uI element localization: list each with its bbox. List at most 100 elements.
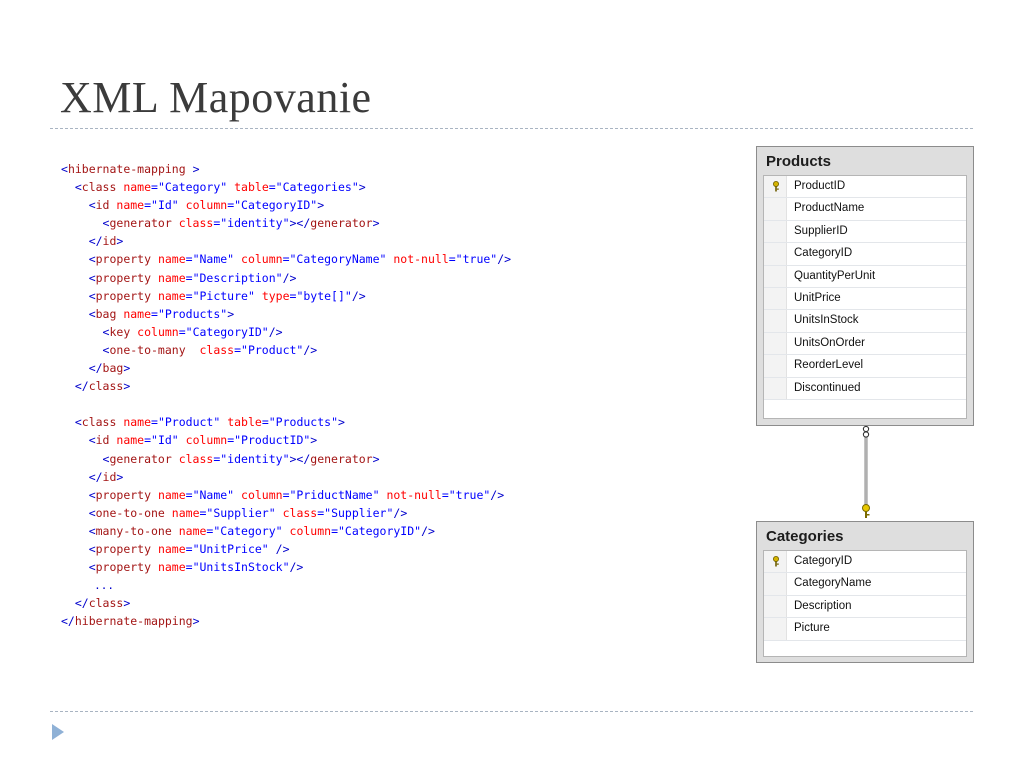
code-token: ="true"	[448, 252, 498, 267]
column-name: UnitsInStock	[794, 314, 859, 327]
code-token: </	[61, 379, 89, 394]
row-selector[interactable]	[764, 198, 787, 220]
relationship-connector[interactable]	[850, 422, 882, 520]
code-token: name	[164, 505, 200, 520]
code-token: />	[282, 270, 297, 285]
code-token: ="identity"	[213, 451, 290, 466]
code-token: ="CategoryID"	[227, 198, 318, 213]
code-token: name	[116, 306, 152, 321]
column-name: CategoryID	[794, 247, 853, 260]
code-token: ="Name"	[185, 487, 235, 502]
code-token: ="Id"	[144, 198, 179, 213]
code-token: />	[393, 505, 408, 520]
column-name: Discontinued	[794, 381, 861, 394]
code-token: >	[338, 415, 345, 430]
row-selector[interactable]	[764, 355, 787, 377]
table-column-row[interactable]: SupplierID	[764, 220, 966, 244]
title-divider	[50, 128, 973, 129]
code-token: property	[95, 541, 152, 556]
table-column-row[interactable]: UnitsOnOrder	[764, 332, 966, 356]
code-token: ="CategoryID"	[331, 523, 422, 538]
code-token: column	[130, 324, 179, 339]
row-selector[interactable]	[764, 310, 787, 332]
row-selector[interactable]	[764, 243, 787, 265]
row-selector[interactable]	[764, 595, 787, 618]
code-token: id	[102, 469, 117, 484]
categories-table[interactable]: Categories CategoryID CategoryName Descrip…	[756, 521, 974, 663]
code-token: ></	[289, 451, 311, 466]
table-column-row[interactable]: CategoryID	[764, 551, 966, 574]
code-token: >	[123, 379, 131, 394]
code-token: <	[61, 162, 68, 176]
table-column-row[interactable]: Picture	[764, 618, 966, 641]
products-table[interactable]: Products ProductID ProductName SupplierID C…	[756, 146, 974, 426]
table-column-row[interactable]: ReorderLevel	[764, 355, 966, 378]
code-token: property	[95, 487, 152, 502]
xml-code-block: <hibernate-mapping > < class name ="Catego…	[61, 160, 511, 630]
code-token: property	[95, 560, 152, 575]
code-token: <	[61, 505, 96, 520]
code-token: many-to-one	[95, 523, 172, 538]
table-column-row[interactable]: QuantityPerUnit	[764, 265, 966, 288]
table-column-row[interactable]: Discontinued	[764, 377, 966, 400]
table-column-row[interactable]: CategoryID	[764, 243, 966, 266]
code-token: class	[171, 451, 214, 466]
column-name: ProductID	[794, 180, 846, 192]
table-column-row[interactable]: ProductName	[764, 198, 966, 221]
code-token: ="UnitPrice"	[185, 541, 269, 556]
code-token: ="Products"	[261, 415, 338, 430]
code-token: ="Supplier"	[199, 505, 276, 520]
code-token: >	[227, 306, 235, 321]
code-token: name	[171, 523, 207, 538]
code-line: </hibernate-mapping>	[61, 612, 511, 630]
code-token: ="Product"	[234, 342, 304, 357]
code-line: </class>	[61, 594, 511, 612]
code-token: ="PriductName"	[282, 487, 380, 502]
code-token: class	[185, 342, 235, 357]
code-line: <bag name="Products">	[61, 305, 511, 323]
code-token: one-to-one	[95, 505, 165, 520]
code-token: one-to-many	[109, 342, 186, 357]
row-selector[interactable]	[764, 265, 787, 287]
code-token: >	[372, 216, 380, 231]
code-token: ="Picture"	[185, 288, 255, 303]
table-column-row[interactable]: ProductID	[764, 176, 966, 199]
code-token: class	[81, 180, 117, 195]
row-selector[interactable]	[764, 377, 787, 399]
code-token: </	[61, 596, 89, 611]
products-columns: ProductID ProductName SupplierID CategoryID…	[763, 175, 967, 419]
code-token: table	[227, 180, 269, 195]
code-line: <id name="Id" column="CategoryID">	[61, 196, 511, 214]
table-column-row[interactable]: CategoryName	[764, 573, 966, 596]
code-token: name	[151, 288, 186, 303]
code-token: <	[61, 415, 82, 430]
code-token: name	[116, 415, 152, 430]
code-token: <	[61, 270, 96, 285]
row-selector[interactable]	[764, 332, 787, 355]
row-selector[interactable]	[764, 618, 787, 640]
table-column-row[interactable]: Description	[764, 595, 966, 619]
code-line: <property name="Description"/>	[61, 269, 511, 287]
code-token: not-null	[379, 487, 442, 502]
code-token: >	[185, 162, 200, 176]
code-line: <one-to-one name="Supplier" class="Suppl…	[61, 504, 511, 522]
column-name: CategoryID	[794, 555, 853, 567]
code-line: <id name="Id" column="ProductID">	[61, 431, 511, 449]
row-selector[interactable]	[764, 287, 787, 310]
code-line: <hibernate-mapping >	[61, 160, 511, 178]
code-token: class	[171, 216, 214, 231]
code-token: name	[109, 433, 145, 448]
code-token: <	[61, 306, 96, 321]
table-column-row[interactable]: UnitsInStock	[764, 310, 966, 333]
code-line: </bag>	[61, 359, 511, 377]
code-token: <	[61, 324, 110, 339]
code-line: <many-to-one name="Category" column="Cat…	[61, 522, 511, 540]
row-selector[interactable]	[764, 220, 787, 243]
column-name: QuantityPerUnit	[794, 269, 876, 282]
column-name: Description	[794, 599, 852, 612]
table-column-row[interactable]: UnitPrice	[764, 287, 966, 311]
code-token: generator	[310, 451, 373, 466]
row-selector[interactable]	[764, 573, 787, 595]
code-token: >	[116, 469, 124, 484]
